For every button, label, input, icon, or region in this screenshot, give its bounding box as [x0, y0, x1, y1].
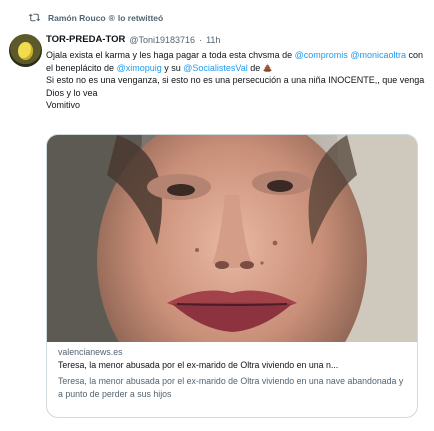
tweet-text: Ojala exista el karma y les haga pagar a…	[46, 49, 426, 112]
card-meta: valencianews.es Teresa, la menor abusada…	[58, 346, 408, 400]
tweet-timestamp[interactable]: 11h	[206, 34, 220, 47]
card-title[interactable]: Teresa, la menor abusada por el ex-marid…	[58, 359, 408, 372]
registered-badge: ®	[108, 12, 115, 23]
mention-socialistesval[interactable]: @SocialistesVal	[183, 63, 248, 73]
link-card[interactable]: valencianews.es Teresa, la menor abusada…	[46, 134, 418, 418]
text-line-4: Vomitivo	[46, 100, 81, 110]
retweeter-name[interactable]: Ramón Rouco	[48, 13, 106, 23]
retweet-icon	[28, 13, 41, 22]
author-avatar[interactable]	[9, 34, 42, 67]
retweet-action-text: lo retwitteó	[117, 12, 164, 23]
avatar-lemon-graphic	[18, 42, 33, 60]
card-image-face-photo[interactable]	[47, 135, 417, 342]
mention-compromis[interactable]: @compromis	[295, 50, 348, 60]
text-line-3: Si esto no es una venganza, si esto no e…	[46, 75, 425, 98]
mention-monicaoltra[interactable]: @monicaoltra	[350, 50, 406, 60]
tweet-header: TOR-PREDA-TOR @Toni19183716 · 11h	[46, 34, 426, 47]
text-segment: Ojala exista el karma y les haga pagar a…	[46, 50, 295, 60]
poop-emoji-icon	[263, 62, 272, 72]
text-segment: de	[247, 62, 263, 73]
header-separator: ·	[199, 35, 203, 46]
card-domain: valencianews.es	[58, 347, 123, 357]
author-handle[interactable]: @Toni19183716	[129, 34, 195, 47]
card-description: Teresa, la menor abusada por el ex-marid…	[58, 376, 404, 399]
retweet-context: Ramón Rouco ® lo retwitteó	[28, 12, 163, 23]
tweet[interactable]: TOR-PREDA-TOR @Toni19183716 · 11h Ojala …	[46, 34, 426, 112]
text-segment: y su	[161, 62, 184, 73]
author-name[interactable]: TOR-PREDA-TOR	[46, 34, 125, 47]
mention-ximopuig[interactable]: @ximopuig	[117, 63, 162, 73]
